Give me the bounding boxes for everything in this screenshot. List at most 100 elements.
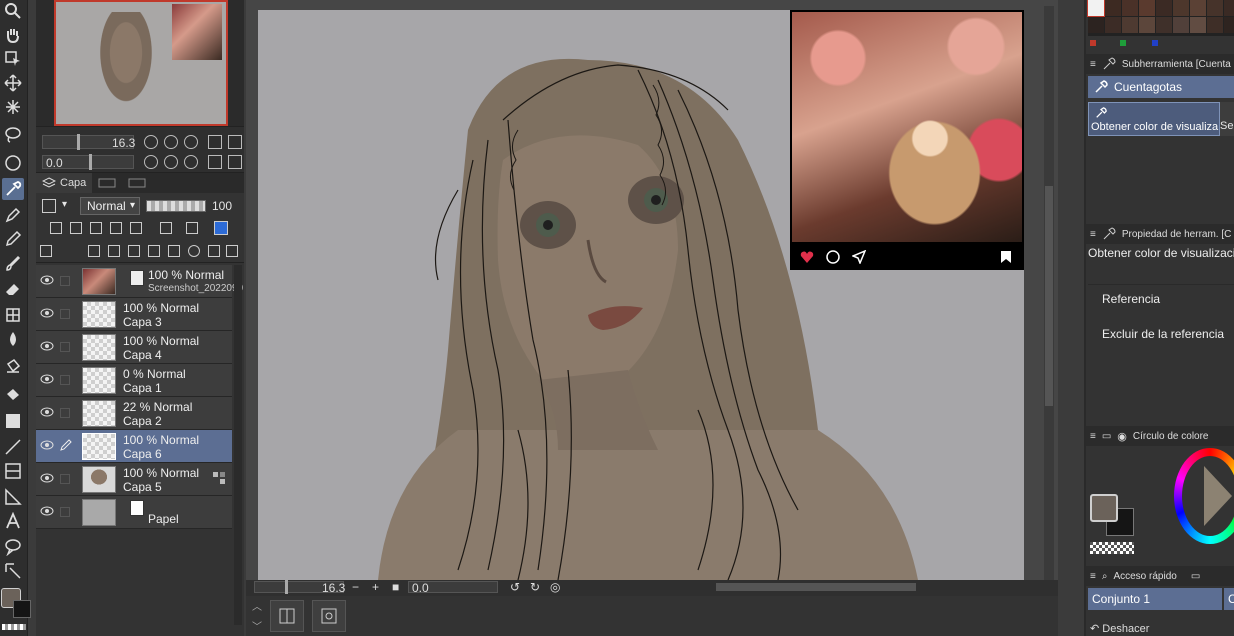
scroll-thumb[interactable] [1045, 186, 1053, 406]
layer-item[interactable]: 100 % Normal Capa 5 [36, 463, 232, 496]
color-swatch[interactable] [1173, 0, 1189, 16]
menu-icon[interactable]: ≡ [1090, 431, 1096, 442]
fill-tool-icon[interactable] [2, 356, 24, 378]
pencil-tool-icon[interactable] [2, 228, 24, 250]
eye-icon[interactable] [40, 407, 54, 417]
layer-item[interactable]: 100 % Normal Screenshot_2022090 [36, 265, 243, 298]
layer-lock-toggle[interactable] [60, 507, 70, 517]
color-swatch[interactable] [1173, 17, 1189, 33]
menu-icon[interactable]: ≡ [1090, 59, 1096, 70]
rotate-left-icon[interactable] [144, 155, 158, 169]
heart-icon[interactable] [800, 250, 814, 264]
zoom-in-icon[interactable]: + [372, 580, 379, 594]
ellipse-select-tool-icon[interactable] [2, 152, 24, 174]
chevron-down-icon[interactable]: ▾ [62, 199, 67, 210]
color-swatch[interactable] [1105, 0, 1121, 16]
color-swatch[interactable] [1139, 0, 1155, 16]
lock-icon[interactable] [110, 222, 122, 234]
merge-down-icon[interactable] [168, 245, 180, 257]
opacity-slider[interactable] [146, 200, 206, 212]
navigator-preview[interactable] [54, 0, 228, 126]
flip-horizontal-icon[interactable] [208, 155, 222, 169]
lock-transparency-icon[interactable] [130, 222, 142, 234]
bucket-tool-icon[interactable] [2, 384, 24, 406]
rotate-left-icon[interactable]: ↺ [510, 580, 520, 594]
show-hide-panel-icon[interactable] [270, 600, 304, 632]
layer-lock-toggle[interactable] [60, 276, 70, 286]
quick-access-set-2[interactable]: Co [1224, 588, 1234, 610]
text-tool-icon[interactable] [2, 510, 24, 532]
ruler-display-icon[interactable] [186, 222, 198, 234]
zoom-out-icon[interactable] [144, 135, 158, 149]
layer-lock-toggle[interactable] [60, 309, 70, 319]
color-swatch[interactable] [1207, 0, 1223, 16]
color-swatch[interactable] [1088, 17, 1104, 33]
eyedropper-tool-icon[interactable] [2, 178, 24, 200]
layer-lock-toggle[interactable] [60, 342, 70, 352]
color-wheel-tab-icon[interactable]: ◉ [1117, 430, 1127, 443]
layer-color-swatch[interactable] [214, 221, 228, 235]
sub-color-swatch[interactable] [13, 600, 31, 618]
eye-icon[interactable] [40, 374, 54, 384]
tab-property[interactable] [122, 173, 152, 193]
eye-icon[interactable] [40, 440, 54, 450]
tab-history[interactable] [92, 173, 122, 193]
chevron-up-icon[interactable]: ︿ [252, 598, 262, 613]
balloon-tool-icon[interactable] [2, 536, 24, 558]
rotate-right-icon[interactable] [164, 155, 178, 169]
comment-icon[interactable] [826, 250, 840, 264]
color-swatch[interactable] [1207, 17, 1223, 33]
apply-mask-icon[interactable] [208, 245, 220, 257]
transfer-down-icon[interactable] [148, 245, 160, 257]
eye-icon[interactable] [40, 473, 54, 483]
transparent-color-swatch[interactable] [2, 624, 26, 630]
reference-photo-overlay[interactable] [790, 10, 1024, 270]
pen-tool-icon[interactable] [2, 204, 24, 226]
snap-icon[interactable] [312, 600, 346, 632]
clip-layer-icon[interactable] [50, 222, 62, 234]
zoom-in-icon[interactable] [164, 135, 178, 149]
color-swatch[interactable] [1224, 17, 1234, 33]
color-triangle[interactable] [1204, 466, 1232, 526]
layer-select-tool-icon[interactable] [2, 48, 24, 70]
layer-item[interactable]: 22 % Normal Capa 2 [36, 397, 232, 430]
gradient-tool-icon[interactable] [2, 410, 24, 432]
layer-lock-toggle[interactable] [60, 474, 70, 484]
fit-window-icon[interactable] [208, 135, 222, 149]
delete-layer-icon[interactable] [226, 245, 238, 257]
eye-icon[interactable] [40, 506, 54, 516]
chevron-down-icon[interactable]: ﹀ [252, 618, 262, 633]
subtool-obtain-display-color[interactable]: Obtener color de visualiza [1088, 102, 1220, 136]
zoom-out-icon[interactable]: − [352, 580, 359, 594]
layer-item[interactable]: 100 % Normal Capa 3 [36, 298, 232, 331]
menu-icon[interactable]: ≡ [1090, 571, 1096, 582]
eye-icon[interactable] [40, 308, 54, 318]
ruler-tool-icon[interactable] [2, 486, 24, 508]
color-swatch[interactable] [1190, 17, 1206, 33]
undo-command[interactable]: ↶ Deshacer [1090, 622, 1149, 635]
subtool-select-layer[interactable]: Sele [1220, 102, 1234, 136]
rotate-right-icon[interactable]: ↻ [530, 580, 540, 594]
quick-access-set-1[interactable]: Conjunto 1 [1088, 588, 1222, 610]
color-swatch[interactable] [1087, 0, 1105, 17]
main-color-swatch[interactable] [1090, 494, 1118, 522]
reset-rotation-icon[interactable] [184, 155, 198, 169]
blend-tool-icon[interactable] [2, 328, 24, 350]
zoom-tool-icon[interactable] [2, 0, 24, 22]
color-swatch[interactable] [1139, 17, 1155, 33]
draft-layer-icon[interactable] [90, 222, 102, 234]
layer-lock-toggle[interactable] [60, 375, 70, 385]
share-icon[interactable] [851, 249, 867, 265]
color-swatch[interactable] [1190, 0, 1206, 16]
transparent-color-swatch[interactable] [1090, 542, 1134, 554]
reference-layer-icon[interactable] [70, 222, 82, 234]
color-swatch[interactable] [1122, 17, 1138, 33]
eraser-tool-icon[interactable] [2, 278, 24, 300]
color-swatch[interactable] [1224, 0, 1234, 16]
auto-select-tool-icon[interactable] [2, 96, 24, 118]
flip-vertical-icon[interactable] [228, 155, 242, 169]
new-vector-layer-icon[interactable] [108, 245, 120, 257]
blend-mode-select[interactable]: Normal ▾ [80, 197, 140, 215]
new-raster-layer-icon[interactable] [88, 245, 100, 257]
color-swatch[interactable] [1156, 17, 1172, 33]
